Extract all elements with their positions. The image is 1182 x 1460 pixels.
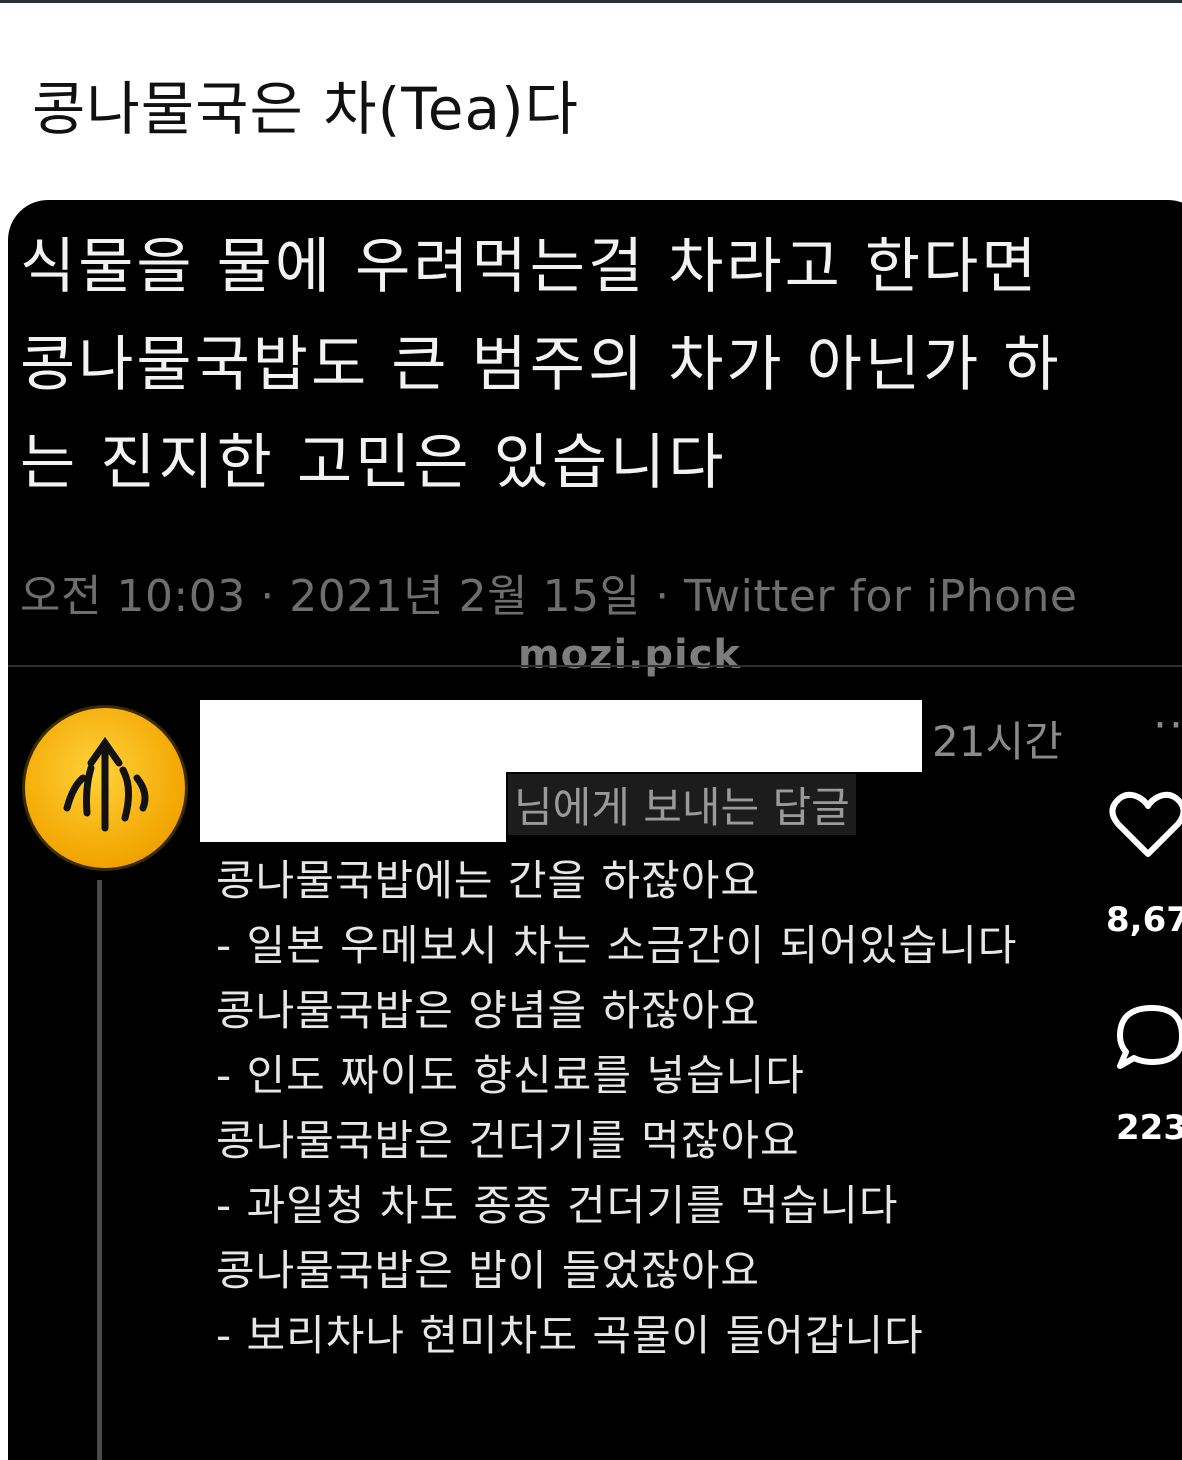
- tweet-divider: [8, 665, 1182, 667]
- redacted-username: [200, 700, 922, 772]
- more-options-icon[interactable]: ··: [1153, 700, 1182, 751]
- comment-icon[interactable]: [1112, 1002, 1182, 1072]
- reply-line: 콩나물국밥에는 간을 하잖아요: [216, 856, 761, 905]
- reply-line: 콩나물국밥은 양념을 하잖아요: [216, 986, 761, 1035]
- reply-line: 콩나물국밥은 건더기를 먹잖아요: [216, 1116, 800, 1165]
- reply-line: 콩나물국밥은 밥이 들었잖아요: [216, 1246, 761, 1295]
- reply-to-label: 님에게 보내는 답글: [508, 774, 856, 835]
- tweet-line: 콩나물국밥도 큰 범주의 차가 아닌가 하: [20, 330, 1062, 400]
- redacted-handle: [200, 772, 506, 842]
- tweet-screenshot: 식물을 물에 우려먹는걸 차라고 한다면 콩나물국밥도 큰 범주의 차가 아닌가…: [8, 200, 1182, 1460]
- tweet-line: 식물을 물에 우려먹는걸 차라고 한다면: [20, 232, 1040, 302]
- tweet-line: 는 진지한 고민은 있습니다: [20, 428, 727, 498]
- reply-line: - 인도 짜이도 향신료를 넣습니다: [216, 1051, 805, 1100]
- reply-line: - 과일청 차도 종종 건더기를 먹습니다: [216, 1181, 899, 1230]
- top-divider: [0, 0, 1182, 3]
- avatar[interactable]: [22, 705, 188, 871]
- heart-icon[interactable]: [1108, 790, 1182, 860]
- tweet-text: 식물을 물에 우려먹는걸 차라고 한다면 콩나물국밥도 큰 범주의 차가 아닌가…: [20, 218, 1182, 512]
- comment-count: 223: [1116, 1108, 1182, 1148]
- reply-time: 21시간: [932, 717, 1063, 766]
- thread-line: [97, 880, 102, 1460]
- post-title: 콩나물국은 차(Tea)다: [32, 75, 580, 143]
- watermark: mozi.pick: [518, 632, 742, 678]
- reply-line: - 일본 우메보시 차는 소금간이 되어있습니다: [216, 921, 1018, 970]
- like-count: 8,67: [1106, 900, 1182, 940]
- tweet-timestamp: 오전 10:03 · 2021년 2월 15일 · Twitter for iP…: [20, 571, 1078, 622]
- reply-line: - 보리차나 현미차도 곡물이 들어갑니다: [216, 1311, 924, 1360]
- avatar-glyph-icon: [63, 736, 149, 832]
- reply-text: 콩나물국밥에는 간을 하잖아요 - 일본 우메보시 차는 소금간이 되어있습니다…: [216, 848, 1017, 1368]
